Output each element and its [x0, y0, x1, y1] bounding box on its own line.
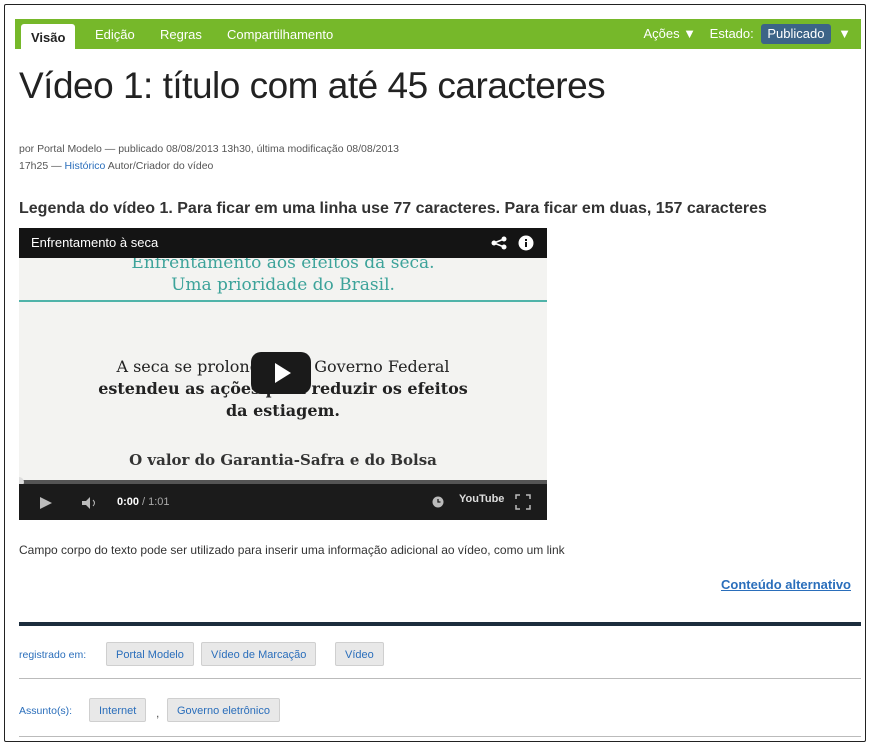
- divider: [19, 736, 861, 737]
- page-frame: Visão Edição Regras Compartilhamento Açõ…: [4, 4, 866, 742]
- video-title-bar: Enfrentamento à seca: [19, 228, 547, 258]
- video-player[interactable]: Enfrentamento aos efeitos da seca. Uma p…: [19, 228, 547, 520]
- slide-bottom-text: O valor do Garantia-Safra e do Bolsa: [129, 451, 437, 469]
- document-byline: por Portal Modelo — publicado 08/08/2013…: [19, 141, 539, 175]
- slide-divider: [19, 300, 547, 302]
- slide-heading: Enfrentamento aos efeitos da seca. Uma p…: [19, 253, 547, 304]
- volume-icon[interactable]: [81, 496, 99, 510]
- tag-video[interactable]: Vídeo: [335, 642, 384, 666]
- play-icon[interactable]: [39, 496, 53, 510]
- info-icon[interactable]: [518, 235, 534, 251]
- tab-rules[interactable]: Regras: [160, 19, 202, 49]
- byline-time: 17h25 —: [19, 160, 65, 172]
- time-current: 0:00: [117, 496, 140, 508]
- state-label: Estado:: [709, 26, 754, 41]
- byline-line-2: 17h25 — Histórico Autor/Criador do vídeo: [19, 158, 539, 175]
- youtube-logo[interactable]: YouTube: [459, 493, 504, 505]
- tab-edit[interactable]: Edição: [95, 19, 135, 49]
- subject-label: Assunto(s):: [19, 705, 73, 717]
- tag-portal-modelo[interactable]: Portal Modelo: [106, 642, 194, 666]
- video-caption: Legenda do vídeo 1. Para ficar em uma li…: [19, 200, 767, 217]
- share-icon[interactable]: [491, 236, 507, 250]
- edit-toolbar: Visão Edição Regras Compartilhamento Açõ…: [15, 19, 861, 49]
- tab-view[interactable]: Visão: [21, 24, 76, 49]
- video-controls: 0:00 / 1:01 YouTube: [19, 484, 547, 520]
- actions-menu[interactable]: Ações ▼: [643, 26, 696, 41]
- tag-internet[interactable]: Internet: [89, 698, 147, 722]
- play-icon[interactable]: [251, 352, 311, 394]
- tag-governo-eletronico[interactable]: Governo eletrônico: [167, 698, 280, 722]
- slide-body-line-3: da estiagem.: [225, 401, 340, 420]
- video-title[interactable]: Enfrentamento à seca: [31, 228, 158, 258]
- time-total: / 1:01: [142, 496, 170, 508]
- tab-sharing[interactable]: Compartilhamento: [227, 19, 333, 49]
- slide-heading-line-2: Uma prioridade do Brasil.: [171, 275, 395, 295]
- page-title: Vídeo 1: título com até 45 caracteres: [19, 65, 606, 106]
- tag-video-marcacao[interactable]: Vídeo de Marcação: [201, 642, 317, 666]
- registered-label: registrado em:: [19, 649, 87, 661]
- divider: [19, 678, 861, 679]
- alternative-content-link[interactable]: Conteúdo alternativo: [721, 577, 851, 592]
- section-divider: [19, 622, 861, 626]
- body-text: Campo corpo do texto pode ser utilizado …: [19, 543, 565, 557]
- byline-author: Autor/Criador do vídeo: [105, 160, 214, 172]
- chevron-down-icon[interactable]: ▼: [838, 26, 851, 41]
- clock-icon[interactable]: [432, 496, 444, 508]
- state-badge[interactable]: Publicado: [761, 24, 831, 44]
- fullscreen-icon[interactable]: [515, 494, 531, 510]
- history-link[interactable]: Histórico: [65, 160, 106, 172]
- toolbar-right: Ações ▼ Estado: Publicado ▼: [643, 19, 851, 49]
- tag-separator: ,: [156, 706, 160, 720]
- byline-line-1: por Portal Modelo — publicado 08/08/2013…: [19, 143, 400, 155]
